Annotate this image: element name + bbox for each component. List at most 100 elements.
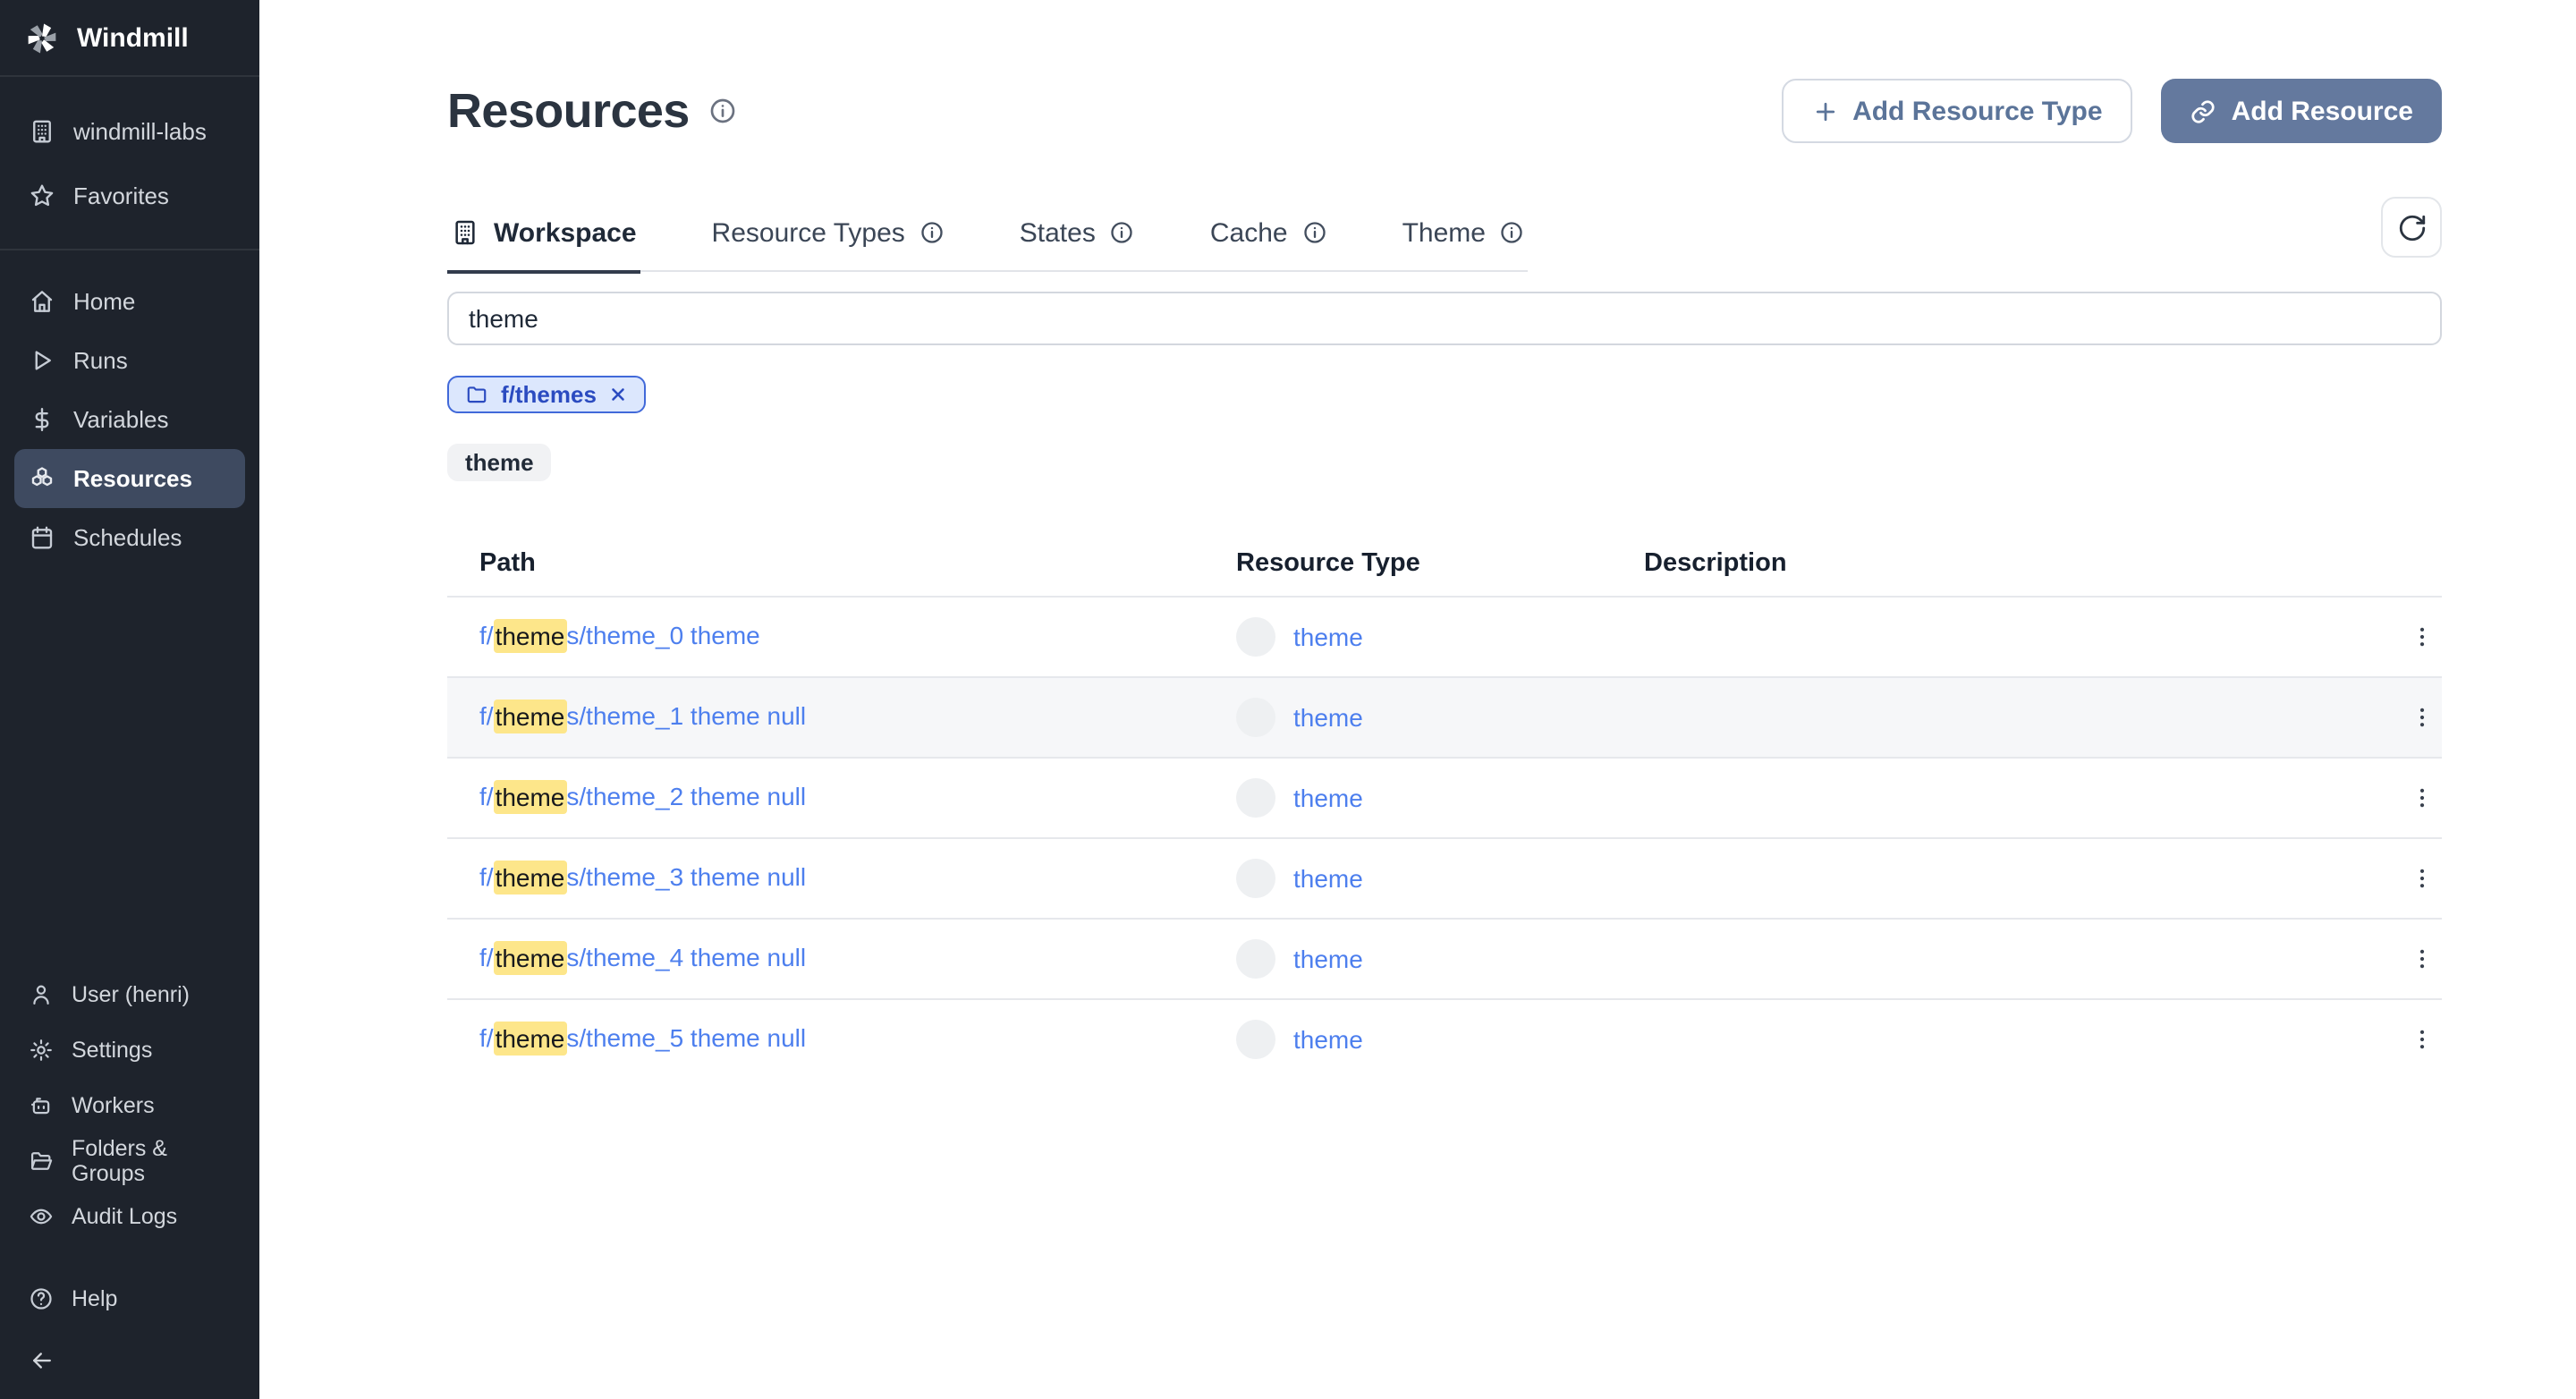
row-menu-button[interactable] xyxy=(2402,859,2442,898)
sidebar-item-label: Help xyxy=(72,1286,118,1311)
kebab-menu-icon xyxy=(2419,627,2425,647)
row-menu-button[interactable] xyxy=(2402,778,2442,818)
boxes-icon xyxy=(31,467,53,487)
sidebar: Windmill windmill-labs Favorites Home Ru… xyxy=(0,0,259,1399)
resource-type-link[interactable]: theme xyxy=(1293,945,1363,973)
sidebar-item-label: Audit Logs xyxy=(72,1203,178,1228)
resource-type-avatar xyxy=(1236,698,1275,737)
sidebar-item-label: User (henri) xyxy=(72,981,190,1006)
row-menu-button[interactable] xyxy=(2402,939,2442,979)
main-content: Resources Add Resource Type Add Resource… xyxy=(259,0,2576,1399)
folder-icon xyxy=(467,386,487,403)
row-actions-cell xyxy=(2360,1020,2442,1059)
folder-filter-chip[interactable]: f/themes xyxy=(447,376,647,413)
resource-type-cell: theme xyxy=(1236,939,1644,979)
search-match-highlight: theme xyxy=(493,860,567,894)
row-menu-button[interactable] xyxy=(2402,698,2442,737)
row-menu-button[interactable] xyxy=(2402,617,2442,657)
building-icon xyxy=(33,119,51,142)
table-row[interactable]: f/theme s/theme_5 theme null theme xyxy=(447,1000,2442,1079)
row-menu-button[interactable] xyxy=(2402,1020,2442,1059)
sidebar-item-favorites[interactable]: Favorites xyxy=(14,163,245,227)
sidebar-item-label: Resources xyxy=(73,465,192,492)
sidebar-item-home[interactable]: Home xyxy=(14,272,245,331)
folder-open-icon xyxy=(30,1151,53,1169)
sidebar-item-user[interactable]: User (henri) xyxy=(14,966,245,1022)
sidebar-item-schedules[interactable]: Schedules xyxy=(14,508,245,567)
resource-path-link[interactable]: f/theme s/theme_0 theme xyxy=(479,618,760,652)
title-info-icon xyxy=(709,97,738,125)
app-logo[interactable]: Windmill xyxy=(0,0,259,77)
resource-path-link[interactable]: f/theme s/theme_4 theme null xyxy=(479,940,806,974)
resource-type-link[interactable]: theme xyxy=(1293,1025,1363,1054)
table-row[interactable]: f/theme s/theme_1 theme null theme xyxy=(447,678,2442,759)
tab-cache[interactable]: Cache xyxy=(1207,201,1331,273)
resource-type-link[interactable]: theme xyxy=(1293,703,1363,732)
add-resource-type-button[interactable]: Add Resource Type xyxy=(1781,79,2133,143)
sidebar-workspace-section: windmill-labs Favorites xyxy=(0,77,259,250)
tab-states[interactable]: States xyxy=(1016,201,1139,273)
sidebar-item-audit-logs[interactable]: Audit Logs xyxy=(14,1188,245,1243)
resource-path-link[interactable]: f/theme s/theme_5 theme null xyxy=(479,1021,806,1055)
path-cell: f/theme s/theme_5 theme null xyxy=(447,1021,1236,1056)
info-icon xyxy=(919,220,945,245)
tab-theme[interactable]: Theme xyxy=(1399,201,1529,273)
resource-type-avatar xyxy=(1236,939,1275,979)
building-icon xyxy=(455,220,475,245)
sidebar-item-label: windmill-labs xyxy=(73,117,207,144)
resource-path-link[interactable]: f/theme s/theme_3 theme null xyxy=(479,860,806,894)
search-match-highlight: theme xyxy=(493,618,567,652)
resource-path-link[interactable]: f/theme s/theme_1 theme null xyxy=(479,699,806,733)
plus-icon xyxy=(1815,101,1835,121)
path-cell: f/theme s/theme_4 theme null xyxy=(447,940,1236,975)
windmill-logo-icon xyxy=(28,22,56,53)
table-row[interactable]: f/theme s/theme_3 theme null theme xyxy=(447,839,2442,920)
sidebar-item-label: Schedules xyxy=(73,524,182,551)
resource-type-cell: theme xyxy=(1236,617,1644,657)
help-circle-icon xyxy=(30,1288,52,1310)
collapse-sidebar-arrow-left-icon[interactable] xyxy=(29,1347,55,1374)
sidebar-item-folders-groups[interactable]: Folders & Groups xyxy=(14,1132,245,1188)
resource-type-link[interactable]: theme xyxy=(1293,623,1363,651)
row-actions-cell xyxy=(2360,778,2442,818)
tab-resource-types[interactable]: Resource Types xyxy=(708,201,948,273)
sidebar-item-settings[interactable]: Settings xyxy=(14,1022,245,1077)
sidebar-item-help[interactable]: Help xyxy=(14,1272,245,1326)
dollar-sign-icon xyxy=(35,407,49,432)
add-resource-button[interactable]: Add Resource xyxy=(2161,79,2442,143)
search-input[interactable] xyxy=(447,292,2442,345)
table-row[interactable]: f/theme s/theme_0 theme theme xyxy=(447,598,2442,678)
resource-type-filter-chip[interactable]: theme xyxy=(447,444,552,481)
sidebar-item-variables[interactable]: Variables xyxy=(14,390,245,449)
refresh-button[interactable] xyxy=(2381,197,2442,258)
resource-type-cell: theme xyxy=(1236,859,1644,898)
table-row[interactable]: f/theme s/theme_2 theme null theme xyxy=(447,759,2442,839)
kebab-menu-icon xyxy=(2419,708,2425,727)
star-icon xyxy=(30,183,54,206)
sidebar-item-workspace[interactable]: windmill-labs xyxy=(14,98,245,163)
table-row[interactable]: f/theme s/theme_4 theme null theme xyxy=(447,920,2442,1000)
sidebar-item-runs[interactable]: Runs xyxy=(14,331,245,390)
sidebar-item-label: Home xyxy=(73,288,136,315)
filter-chip-row: f/themes xyxy=(447,376,2442,413)
resource-path-link[interactable]: f/theme s/theme_2 theme null xyxy=(479,779,806,813)
resource-type-cell: theme xyxy=(1236,778,1644,818)
calendar-icon xyxy=(31,526,53,549)
resource-type-link[interactable]: theme xyxy=(1293,864,1363,893)
row-actions-cell xyxy=(2360,859,2442,898)
search-match-highlight: theme xyxy=(493,779,567,813)
sidebar-item-workers[interactable]: Workers xyxy=(14,1077,245,1132)
sidebar-item-label: Workers xyxy=(72,1092,155,1117)
sidebar-item-label: Favorites xyxy=(73,182,169,208)
tab-bar: Workspace Resource Types States Cache Th… xyxy=(447,201,1529,273)
sidebar-item-label: Runs xyxy=(73,347,128,374)
page-title: Resources xyxy=(447,83,690,137)
page-header: Resources Add Resource Type Add Resource xyxy=(447,79,2442,143)
resource-type-link[interactable]: theme xyxy=(1293,784,1363,812)
remove-folder-filter-icon[interactable] xyxy=(609,385,629,404)
sidebar-item-resources[interactable]: Resources xyxy=(14,449,245,508)
resources-table: Path Resource Type Description f/theme s/… xyxy=(447,530,2442,1079)
tab-workspace[interactable]: Workspace xyxy=(447,201,640,273)
resource-type-avatar xyxy=(1236,1020,1275,1059)
